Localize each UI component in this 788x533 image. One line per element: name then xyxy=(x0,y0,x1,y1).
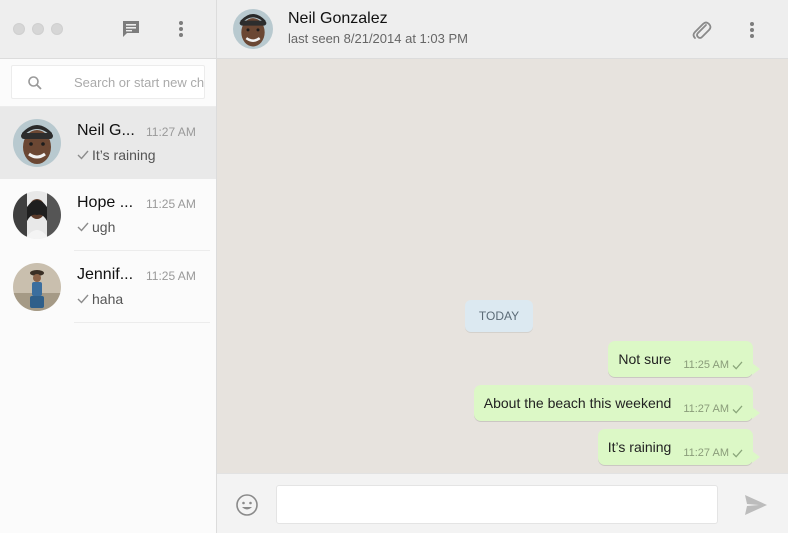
chat-preview: It’s raining xyxy=(77,147,156,163)
chat-name: Hope ... xyxy=(77,194,134,211)
attach-button[interactable] xyxy=(689,18,713,42)
chat-list-item[interactable]: Jennif... 11:25 AM haha xyxy=(0,251,216,323)
outgoing-message[interactable]: It’s raining 11:27 AM xyxy=(597,429,761,465)
check-icon xyxy=(732,404,743,414)
sidebar-menu-button[interactable] xyxy=(170,18,192,40)
message-text: Not sure xyxy=(618,351,672,367)
message-meta: 11:25 AM xyxy=(683,347,743,371)
send-icon[interactable] xyxy=(743,493,769,517)
message-list[interactable]: TODAY Not sure 11:25 AM About the beach … xyxy=(217,59,788,473)
message-time: 11:25 AM xyxy=(683,359,729,371)
message-composer xyxy=(217,473,788,533)
paperclip-icon xyxy=(692,21,712,39)
minimize-window-button[interactable] xyxy=(32,23,44,35)
avatar xyxy=(13,263,61,311)
search-icon xyxy=(28,76,42,90)
chat-preview-text: ugh xyxy=(92,219,116,235)
window-controls xyxy=(13,23,63,35)
message-meta: 11:27 AM xyxy=(683,391,743,415)
outgoing-message[interactable]: About the beach this weekend 11:27 AM xyxy=(473,385,761,421)
check-icon xyxy=(77,294,89,304)
chat-name: Neil G... xyxy=(77,122,135,139)
app-window: Neil G... 11:27 AM It’s raining Hope ... xyxy=(0,0,788,533)
close-window-button[interactable] xyxy=(13,23,25,35)
chat-preview-text: It’s raining xyxy=(92,147,156,163)
divider xyxy=(74,322,210,323)
message-text: It’s raining xyxy=(607,439,672,455)
more-vertical-icon xyxy=(750,22,754,38)
search-input[interactable] xyxy=(74,66,216,98)
avatar xyxy=(13,191,61,239)
chat-preview-text: haha xyxy=(92,291,124,307)
conversation-pane: Neil Gonzalez last seen 8/21/2014 at 1:0… xyxy=(217,0,788,533)
emoji-icon[interactable] xyxy=(235,493,259,517)
search-bar xyxy=(0,59,216,107)
chat-time: 11:25 AM xyxy=(146,269,196,283)
day-separator-badge: TODAY xyxy=(465,300,533,332)
sidebar: Neil G... 11:27 AM It’s raining Hope ... xyxy=(0,0,217,533)
chat-preview: ugh xyxy=(77,219,115,235)
avatar xyxy=(13,119,61,167)
conversation-menu-button[interactable] xyxy=(740,18,764,42)
chat-preview: haha xyxy=(77,291,123,307)
search-box xyxy=(11,65,216,99)
check-icon xyxy=(77,150,89,160)
chat-time: 11:27 AM xyxy=(146,125,196,139)
contact-avatar[interactable] xyxy=(233,9,273,49)
check-icon xyxy=(77,222,89,232)
message-time: 11:27 AM xyxy=(683,403,729,415)
last-seen-status: last seen 8/21/2014 at 1:03 PM xyxy=(288,31,468,46)
message-input[interactable] xyxy=(276,485,718,524)
new-chat-button[interactable] xyxy=(120,18,142,40)
chat-list-item[interactable]: Neil G... 11:27 AM It’s raining xyxy=(0,107,216,179)
message-meta: 11:27 AM xyxy=(683,435,743,459)
check-icon xyxy=(732,360,743,370)
message-text: About the beach this weekend xyxy=(483,395,672,411)
conversation-header: Neil Gonzalez last seen 8/21/2014 at 1:0… xyxy=(217,0,788,59)
outgoing-message[interactable]: Not sure 11:25 AM xyxy=(608,341,760,377)
sidebar-header xyxy=(0,0,216,59)
zoom-window-button[interactable] xyxy=(51,23,63,35)
chat-list-item[interactable]: Hope ... 11:25 AM ugh xyxy=(0,179,216,251)
chat-icon xyxy=(123,21,139,37)
contact-name[interactable]: Neil Gonzalez xyxy=(288,10,388,28)
chat-time: 11:25 AM xyxy=(146,197,196,211)
more-vertical-icon xyxy=(179,21,183,37)
chat-name: Jennif... xyxy=(77,266,134,283)
message-time: 11:27 AM xyxy=(683,447,729,459)
check-icon xyxy=(732,448,743,458)
